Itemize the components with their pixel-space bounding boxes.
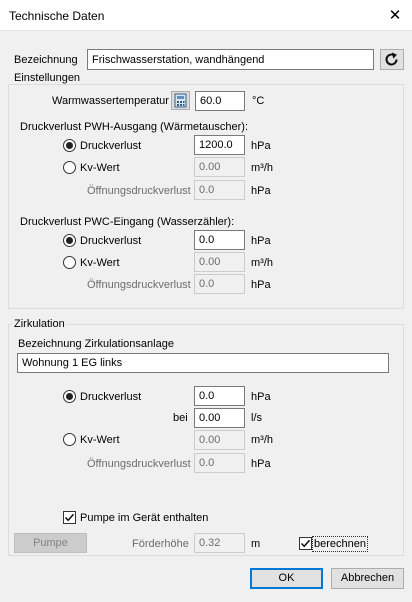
bezeichnung-input[interactable]: Frischwasserstation, wandhängend — [87, 49, 374, 70]
anlage-input[interactable]: Wohnung 1 EG links — [17, 353, 389, 373]
pumpe-checkbox-label: Pumpe im Gerät enthalten — [80, 512, 209, 524]
zirk-kv-unit: m³/h — [251, 434, 273, 446]
pwc-title: Druckverlust PWC-Eingang (Wasserzähler): — [20, 216, 235, 228]
berechnen-label: berechnen — [312, 536, 368, 552]
pwc-oeffnung-label: Öffnungsdruckverlust — [87, 279, 191, 291]
anlage-label: Bezeichnung Zirkulationsanlage — [18, 338, 174, 350]
pwh-kv-unit: m³/h — [251, 162, 273, 174]
bei-input[interactable]: 0.00 — [194, 408, 245, 428]
checkmark-icon — [64, 513, 75, 522]
calculator-icon — [174, 93, 187, 108]
pwh-kv-radio[interactable] — [63, 161, 76, 174]
pumpe-checkbox[interactable] — [63, 511, 76, 524]
zirk-kv-label: Kv-Wert — [80, 434, 120, 446]
cancel-button[interactable]: Abbrechen — [331, 568, 404, 589]
bezeichnung-label: Bezeichnung — [14, 54, 78, 66]
ok-button[interactable]: OK — [250, 568, 323, 589]
einstellungen-title: Einstellungen — [12, 72, 83, 84]
berechnen-checkbox[interactable] — [299, 537, 312, 550]
warmwasser-input[interactable]: 60.0 — [195, 91, 245, 111]
zirk-druckverlust-radio[interactable] — [63, 390, 76, 403]
pwh-druckverlust-label: Druckverlust — [80, 140, 142, 152]
pumpe-button[interactable]: Pumpe — [14, 533, 87, 553]
pwc-kv-radio[interactable] — [63, 256, 76, 269]
pwc-druckverlust-unit: hPa — [251, 235, 271, 247]
refresh-icon — [385, 52, 398, 66]
pwh-druckverlust-unit: hPa — [251, 140, 271, 152]
pwh-oeffnung-input[interactable]: 0.0 — [194, 180, 245, 200]
window-title: Technische Daten — [9, 9, 105, 23]
pwh-oeffnung-label: Öffnungsdruckverlust — [87, 185, 191, 197]
zirk-oeffnung-input[interactable]: 0.0 — [194, 453, 245, 473]
calculator-button[interactable] — [171, 91, 190, 110]
foerderhoehe-label: Förderhöhe — [132, 538, 189, 550]
warmwasser-unit: °C — [252, 95, 265, 107]
pwh-kv-label: Kv-Wert — [80, 162, 120, 174]
zirk-druckverlust-label: Druckverlust — [80, 391, 142, 403]
close-button[interactable]: ✕ — [381, 4, 409, 28]
pwc-druckverlust-input[interactable]: 0.0 — [194, 230, 245, 250]
pwc-druckverlust-label: Druckverlust — [80, 235, 142, 247]
bei-label: bei — [173, 412, 188, 424]
pwh-kv-input[interactable]: 0.00 — [194, 157, 245, 177]
zirkulation-title: Zirkulation — [12, 318, 67, 330]
pwh-druckverlust-input[interactable]: 1200.0 — [194, 135, 245, 155]
checkmark-icon — [300, 539, 311, 548]
pwh-druckverlust-radio[interactable] — [63, 139, 76, 152]
refresh-button[interactable] — [380, 49, 404, 70]
warmwasser-label: Warmwassertemperatur — [52, 95, 169, 107]
foerderhoehe-input[interactable]: 0.32 — [194, 533, 245, 553]
pwc-druckverlust-radio[interactable] — [63, 234, 76, 247]
pwc-oeffnung-unit: hPa — [251, 279, 271, 291]
zirk-oeffnung-unit: hPa — [251, 458, 271, 470]
zirk-kv-input[interactable]: 0.00 — [194, 430, 245, 450]
zirk-druckverlust-unit: hPa — [251, 391, 271, 403]
pwc-kv-label: Kv-Wert — [80, 257, 120, 269]
pwc-kv-input[interactable]: 0.00 — [194, 252, 245, 272]
pwc-kv-unit: m³/h — [251, 257, 273, 269]
pwh-title: Druckverlust PWH-Ausgang (Wärmetauscher)… — [20, 121, 249, 133]
zirk-kv-radio[interactable] — [63, 433, 76, 446]
foerderhoehe-unit: m — [251, 538, 261, 550]
zirk-druckverlust-input[interactable]: 0.0 — [194, 386, 245, 406]
bei-unit: l/s — [251, 412, 262, 424]
zirk-oeffnung-label: Öffnungsdruckverlust — [87, 458, 191, 470]
pwc-oeffnung-input[interactable]: 0.0 — [194, 274, 245, 294]
pwh-oeffnung-unit: hPa — [251, 185, 271, 197]
